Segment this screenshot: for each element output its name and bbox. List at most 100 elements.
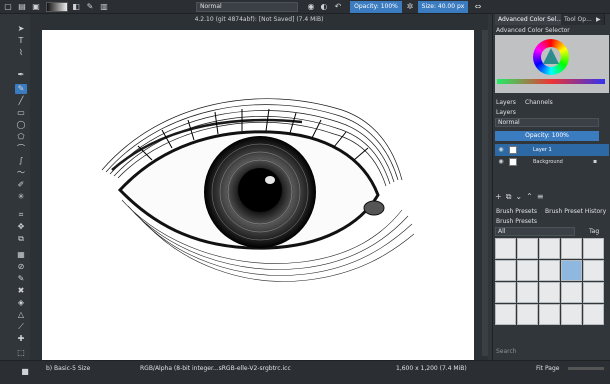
pupil <box>238 168 282 212</box>
opacity-reset-icon[interactable]: ✲ <box>404 1 416 13</box>
edit-shapes-icon[interactable]: ⌇ <box>15 48 27 58</box>
brush-filter-select[interactable]: All <box>495 227 575 236</box>
duplicate-layer-icon[interactable]: ⧉ <box>506 192 512 202</box>
calligraphy-icon[interactable]: ✒ <box>15 70 27 80</box>
crop-tool-icon[interactable]: ⌗ <box>15 210 27 220</box>
brush-preset[interactable] <box>561 238 582 259</box>
alpha-lock-icon[interactable]: ◐ <box>318 1 330 13</box>
layers-opacity-slider[interactable]: Opacity: 100% <box>495 131 599 141</box>
status-bar: ■ b) Basic-5 Size RGB/Alpha (8-bit integ… <box>0 360 610 384</box>
transform-tool-icon[interactable]: ⧉ <box>15 234 27 244</box>
tab-tool-options[interactable]: Tool Op... <box>561 14 596 25</box>
eye-visibility-icon[interactable]: ◉ <box>497 158 505 166</box>
freehand-path-icon[interactable]: 〜 <box>15 168 27 178</box>
brush-tag-button[interactable]: Tag <box>589 227 609 236</box>
brush-preset[interactable] <box>561 304 582 325</box>
tab-advanced-color-selector[interactable]: Advanced Color Sel... <box>495 14 567 25</box>
status-dimensions: 1,600 x 1,200 (7.4 MiB) <box>396 365 467 372</box>
polyline-tool-icon[interactable]: ⌒ <box>15 144 27 154</box>
color-history-strip[interactable] <box>497 79 605 84</box>
eye-visibility-icon[interactable]: ◉ <box>497 146 505 154</box>
open-folder-icon[interactable]: ▤ <box>16 1 28 13</box>
gradient-swatch[interactable] <box>46 1 68 12</box>
brush-preset[interactable] <box>495 238 516 259</box>
brush-preset[interactable] <box>539 260 560 281</box>
reference-tool-icon[interactable]: ✚ <box>15 334 27 344</box>
brush-preview-icon: ■ <box>21 367 29 376</box>
mirror-icon[interactable]: ⇔ <box>472 1 484 13</box>
move-tool-icon[interactable]: ✥ <box>15 222 27 232</box>
layer-row[interactable]: ◉ Background ▪ <box>495 156 609 168</box>
tear-duct <box>363 200 385 216</box>
new-document-icon[interactable]: ▢ <box>2 1 14 13</box>
vertical-scrollbar[interactable] <box>482 30 488 356</box>
brush-preset-selected[interactable] <box>561 260 582 281</box>
brush-preset[interactable] <box>583 304 604 325</box>
opacity-slider[interactable]: Opacity: 100% <box>350 1 402 13</box>
rect-select-icon[interactable]: ⬚ <box>15 348 27 358</box>
zoom-slider[interactable] <box>568 367 604 370</box>
brush-preset[interactable] <box>561 282 582 303</box>
colorize-mask-icon[interactable]: ✎ <box>15 274 27 284</box>
color-swap-icon[interactable]: ◧ <box>70 1 82 13</box>
ellipse-tool-icon[interactable]: ◯ <box>15 120 27 130</box>
tab-more[interactable]: ▶ <box>593 14 605 25</box>
lock-icon[interactable]: ▪ <box>591 158 599 166</box>
tab-brush-presets[interactable]: Brush Presets <box>496 208 537 215</box>
multibrush-icon[interactable]: ✳ <box>15 192 27 202</box>
save-icon[interactable]: ▣ <box>30 1 42 13</box>
color-picker-icon[interactable]: ⊘ <box>15 262 27 272</box>
brush-preset[interactable] <box>583 260 604 281</box>
blend-mode-select[interactable]: Normal <box>196 2 298 12</box>
layer-name: Layer 1 <box>533 147 552 153</box>
brush-preset[interactable] <box>517 238 538 259</box>
brush-preset[interactable] <box>539 282 560 303</box>
canvas[interactable] <box>42 30 474 363</box>
size-slider[interactable]: Size: 40.00 px <box>418 1 468 13</box>
assistant-tool-icon[interactable]: △ <box>15 310 27 320</box>
smart-patch-icon[interactable]: ✖ <box>15 286 27 296</box>
move-up-icon[interactable]: ⌃ <box>526 192 533 202</box>
measure-tool-icon[interactable]: ⟋ <box>15 322 27 332</box>
right-docker: Advanced Color Sel... Tool Op... ▶ Advan… <box>492 14 610 360</box>
toolbox: ➤ T ⌇ ✒ ✎ ╱ ▭ ◯ ⬠ ⌒ ∫ 〜 ✐ ✳ ⌗ ✥ ⧉ ▦ ⊘ ✎ … <box>0 14 30 360</box>
add-layer-icon[interactable]: + <box>495 192 502 202</box>
color-triangle[interactable] <box>543 48 559 64</box>
brush-preset[interactable] <box>539 238 560 259</box>
brush-search-input[interactable]: Search <box>496 348 517 355</box>
eye-engraving <box>101 98 415 282</box>
brush-preset[interactable] <box>517 260 538 281</box>
gradient-mode-icon[interactable]: ▥ <box>98 1 110 13</box>
eraser-icon[interactable]: ◉ <box>305 1 317 13</box>
rectangle-tool-icon[interactable]: ▭ <box>15 108 27 118</box>
brush-preset[interactable] <box>495 282 516 303</box>
brush-preset-icon[interactable]: ✎ <box>84 1 96 13</box>
brush-preset[interactable] <box>517 304 538 325</box>
brush-preset[interactable] <box>583 282 604 303</box>
brush-preset[interactable] <box>583 238 604 259</box>
zoom-mode-select[interactable]: Fit Page <box>536 365 559 372</box>
bezier-tool-icon[interactable]: ∫ <box>15 156 27 166</box>
tab-layers[interactable]: Layers <box>496 99 516 106</box>
dynamic-brush-icon[interactable]: ✐ <box>15 180 27 190</box>
brush-preset[interactable] <box>539 304 560 325</box>
select-shapes-icon[interactable]: ➤ <box>15 24 27 34</box>
move-down-icon[interactable]: ⌄ <box>515 192 522 202</box>
brush-preset[interactable] <box>495 304 516 325</box>
brush-preset[interactable] <box>495 260 516 281</box>
tab-brush-preset-history[interactable]: Brush Preset History <box>545 208 606 215</box>
layers-blend-select[interactable]: Normal <box>495 118 599 127</box>
undo-icon[interactable]: ↶ <box>332 1 344 13</box>
freehand-brush-icon[interactable]: ✎ <box>15 84 27 94</box>
gradient-tool-icon[interactable]: ▦ <box>15 250 27 260</box>
layer-row[interactable]: ◉ Layer 1 <box>495 144 609 156</box>
layer-properties-icon[interactable]: ≡ <box>537 192 544 202</box>
fill-tool-icon[interactable]: ◈ <box>15 298 27 308</box>
layer-thumbnail <box>509 146 517 154</box>
tab-channels[interactable]: Channels <box>525 99 553 106</box>
line-tool-icon[interactable]: ╱ <box>15 96 27 106</box>
polygon-tool-icon[interactable]: ⬠ <box>15 132 27 142</box>
brush-preset[interactable] <box>517 282 538 303</box>
text-tool-icon[interactable]: T <box>15 36 27 46</box>
document-title: 4.2.10 (git 4874abf): [Not Saved] (7.4 M… <box>194 16 324 23</box>
